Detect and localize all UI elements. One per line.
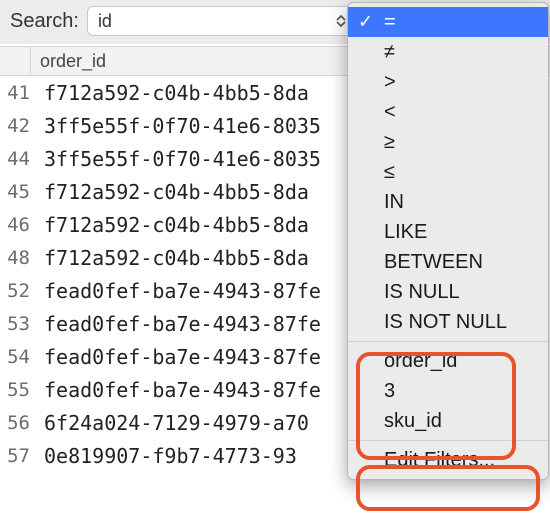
row-number: 41 (0, 82, 34, 104)
row-value: f712a592-c04b-4bb5-8da (34, 180, 309, 204)
row-value: fead0fef-ba7e-4943-87fe (34, 312, 321, 336)
menu-item-label: ≥ (384, 131, 395, 154)
row-value: fead0fef-ba7e-4943-87fe (34, 378, 321, 402)
filter-operator-menu: ✓=≠><≥≤INLIKEBETWEENIS NULLIS NOT NULLor… (347, 2, 549, 480)
menu-item-label: > (384, 71, 396, 94)
search-field-value: id (98, 12, 112, 30)
menu-item-label: LIKE (384, 221, 427, 244)
menu-item-edit-filters[interactable]: Edit Filters... (348, 445, 548, 475)
row-number: 55 (0, 379, 34, 401)
row-number: 46 (0, 214, 34, 236)
menu-item-label: ≠ (384, 41, 395, 64)
menu-item-label: Edit Filters... (384, 449, 495, 472)
search-field-combo[interactable]: id (87, 6, 355, 36)
row-value: 3ff5e55f-0f70-41e6-8035 (34, 147, 321, 171)
menu-item-extra-0[interactable]: order_id (348, 346, 548, 376)
row-number: 48 (0, 247, 34, 269)
menu-item-op-7[interactable]: LIKE (348, 217, 548, 247)
row-value: 3ff5e55f-0f70-41e6-8035 (34, 114, 321, 138)
menu-separator (348, 440, 548, 441)
row-value: 0e819907-f9b7-4773-93 (34, 444, 297, 468)
menu-item-op-4[interactable]: ≥ (348, 127, 548, 157)
row-value: f712a592-c04b-4bb5-8da (34, 246, 309, 270)
row-value: 6f24a024-7129-4979-a70 (34, 411, 309, 435)
row-number: 52 (0, 280, 34, 302)
menu-item-op-10[interactable]: IS NOT NULL (348, 307, 548, 337)
menu-item-label: order_id (384, 350, 457, 373)
menu-item-op-3[interactable]: < (348, 97, 548, 127)
row-number: 57 (0, 445, 34, 467)
menu-item-label: < (384, 101, 396, 124)
menu-item-op-9[interactable]: IS NULL (348, 277, 548, 307)
row-number: 54 (0, 346, 34, 368)
menu-item-label: sku_id (384, 410, 442, 433)
menu-item-label: BETWEEN (384, 251, 483, 274)
row-value: fead0fef-ba7e-4943-87fe (34, 345, 321, 369)
menu-item-extra-1[interactable]: 3 (348, 376, 548, 406)
row-number: 45 (0, 181, 34, 203)
row-value: f712a592-c04b-4bb5-8da (34, 213, 309, 237)
row-number: 42 (0, 115, 34, 137)
row-number: 53 (0, 313, 34, 335)
menu-item-label: = (384, 11, 396, 34)
menu-item-extra-2[interactable]: sku_id (348, 406, 548, 436)
row-number: 56 (0, 412, 34, 434)
menu-item-label: IS NULL (384, 281, 460, 304)
menu-item-label: IN (384, 191, 404, 214)
menu-item-op-2[interactable]: > (348, 67, 548, 97)
menu-item-label: ≤ (384, 161, 395, 184)
menu-item-label: 3 (384, 380, 395, 403)
menu-separator (348, 341, 548, 342)
row-value: fead0fef-ba7e-4943-87fe (34, 279, 321, 303)
column-header-label: order_id (40, 51, 106, 72)
search-label: Search: (10, 10, 79, 33)
row-number: 44 (0, 148, 34, 170)
menu-item-op-0[interactable]: ✓= (348, 7, 548, 37)
menu-item-op-6[interactable]: IN (348, 187, 548, 217)
menu-item-op-8[interactable]: BETWEEN (348, 247, 548, 277)
check-icon: ✓ (358, 12, 373, 33)
row-value: f712a592-c04b-4bb5-8da (34, 81, 309, 105)
menu-item-op-5[interactable]: ≤ (348, 157, 548, 187)
menu-item-label: IS NOT NULL (384, 311, 507, 334)
menu-item-op-1[interactable]: ≠ (348, 37, 548, 67)
